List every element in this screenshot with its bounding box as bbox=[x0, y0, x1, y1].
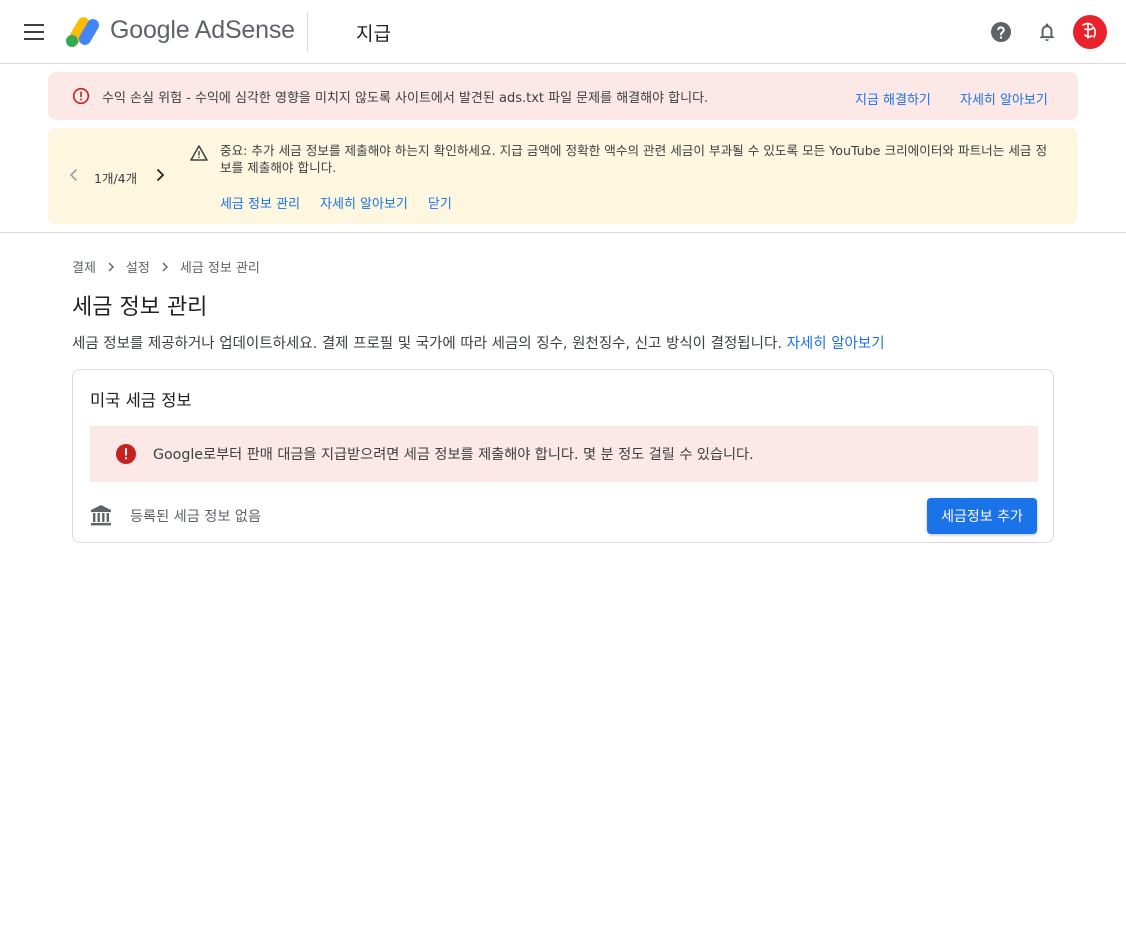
description-learn-more-link[interactable]: 자세히 알아보기 bbox=[787, 336, 885, 352]
bank-icon bbox=[91, 505, 111, 526]
dismiss-link[interactable]: 닫기 bbox=[428, 197, 452, 212]
header-divider bbox=[307, 12, 308, 52]
chevron-left-icon[interactable] bbox=[66, 166, 82, 184]
chevron-right-icon bbox=[162, 262, 168, 271]
adsense-logo-icon[interactable] bbox=[64, 14, 100, 48]
product-name[interactable]: Google AdSense bbox=[110, 16, 295, 45]
page-description-text: 세금 정보를 제공하거나 업데이트하세요. 결제 프로필 및 국가에 따라 세금… bbox=[72, 336, 782, 352]
tax-learn-more-link[interactable]: 자세히 알아보기 bbox=[320, 197, 408, 212]
avatar-glyph-icon bbox=[1082, 22, 1097, 39]
error-filled-icon bbox=[116, 444, 136, 464]
chevron-right-icon bbox=[108, 262, 114, 271]
manage-tax-info-link[interactable]: 세금 정보 관리 bbox=[220, 197, 300, 212]
tax-required-alert: Google로부터 판매 대금을 지급받으려면 세금 정보를 제출해야 합니다.… bbox=[90, 426, 1038, 482]
breadcrumb-payments[interactable]: 결제 bbox=[72, 257, 96, 276]
add-tax-info-button[interactable]: 세금정보 추가 bbox=[927, 498, 1037, 534]
tax-notice-actions: 세금 정보 관리 자세히 알아보기 닫기 bbox=[220, 193, 472, 212]
tax-required-message: Google로부터 판매 대금을 지급받으려면 세금 정보를 제출해야 합니다.… bbox=[153, 447, 754, 463]
page-title: 세금 정보 관리 bbox=[72, 295, 208, 320]
revenue-risk-message: 수익 손실 위험 - 수익에 심각한 영향을 미치지 않도록 사이트에서 발견된… bbox=[102, 91, 709, 106]
tax-notice-message: 중요: 추가 세금 정보를 제출해야 하는지 확인하세요. 지급 금액에 정확한… bbox=[220, 143, 1048, 175]
page-description: 세금 정보를 제공하거나 업데이트하세요. 결제 프로필 및 국가에 따라 세금… bbox=[72, 332, 885, 353]
help-icon[interactable] bbox=[989, 20, 1013, 44]
page-name: 지급 bbox=[356, 23, 391, 45]
menu-icon[interactable] bbox=[20, 18, 48, 46]
breadcrumb: 결제 설정 세금 정보 관리 bbox=[72, 257, 260, 276]
card-title: 미국 세금 정보 bbox=[90, 391, 192, 410]
avatar[interactable] bbox=[1073, 15, 1107, 49]
revenue-learn-more-link[interactable]: 자세히 알아보기 bbox=[960, 89, 1048, 108]
no-tax-info-text: 등록된 세금 정보 없음 bbox=[130, 509, 262, 525]
bell-icon[interactable] bbox=[1035, 20, 1059, 44]
fix-now-link[interactable]: 지금 해결하기 bbox=[855, 89, 931, 108]
top-app-bar: Google AdSense 지급 bbox=[0, 0, 1126, 64]
section-divider bbox=[0, 232, 1126, 233]
breadcrumb-current: 세금 정보 관리 bbox=[179, 261, 260, 276]
banner-pager: 1개/4개 bbox=[94, 171, 138, 186]
revenue-risk-banner: 수익 손실 위험 - 수익에 심각한 영향을 미치지 않도록 사이트에서 발견된… bbox=[48, 72, 1078, 120]
warning-icon bbox=[190, 145, 208, 161]
tax-notice-banner: 1개/4개 중요: 추가 세금 정보를 제출해야 하는지 확인하세요. 지급 금… bbox=[48, 128, 1078, 224]
us-tax-info-card: 미국 세금 정보 Google로부터 판매 대금을 지급받으려면 세금 정보를 … bbox=[72, 369, 1054, 543]
chevron-right-icon[interactable] bbox=[152, 166, 168, 184]
breadcrumb-settings[interactable]: 설정 bbox=[126, 257, 150, 276]
error-outline-icon bbox=[72, 87, 90, 105]
